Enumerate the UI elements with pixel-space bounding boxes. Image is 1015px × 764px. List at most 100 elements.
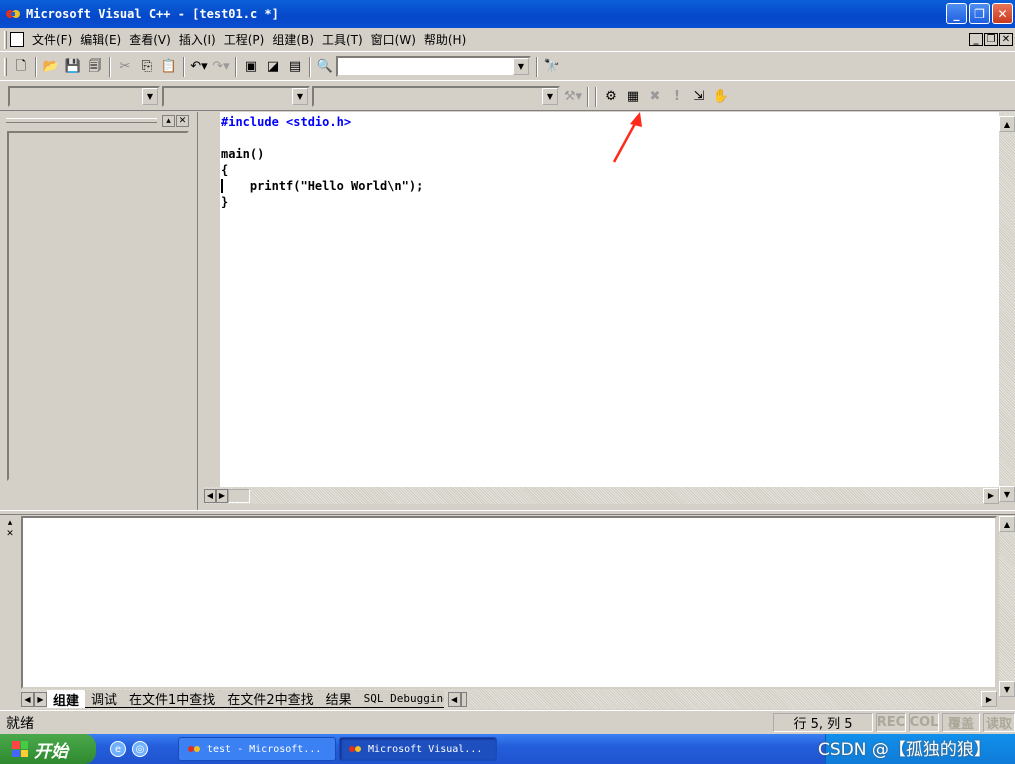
paste-icon[interactable]: 📋 bbox=[158, 56, 180, 78]
title-bar[interactable]: Microsoft Visual C++ - [test01.c *] _ ❐ … bbox=[0, 0, 1015, 28]
workspace-close-icon[interactable]: ✕ bbox=[176, 115, 189, 127]
tab-build[interactable]: 组建 bbox=[47, 690, 86, 709]
close-button[interactable]: ✕ bbox=[992, 3, 1013, 24]
menu-edit[interactable]: 编辑(E) bbox=[76, 31, 125, 48]
execute-icon[interactable]: ! bbox=[666, 86, 688, 108]
scroll-down-icon[interactable]: ▼ bbox=[999, 486, 1015, 502]
menu-help[interactable]: 帮助(H) bbox=[420, 31, 470, 48]
task-visual-cpp[interactable]: Microsoft Visual... bbox=[339, 737, 497, 761]
start-button[interactable]: 开始 bbox=[0, 734, 96, 764]
members-combo[interactable]: ▼ bbox=[312, 86, 560, 107]
output-window-icon[interactable]: ◪ bbox=[262, 56, 284, 78]
workspace-maximize-icon[interactable]: ▴ bbox=[162, 115, 175, 127]
code-line-2: ​ bbox=[221, 130, 999, 146]
compile-icon[interactable]: ⚙ bbox=[600, 86, 622, 108]
workspace-header[interactable]: ▴ ✕ bbox=[6, 115, 191, 129]
find-icon[interactable]: 🔭 bbox=[541, 56, 563, 78]
tab-left-icon[interactable]: ◀ bbox=[21, 691, 34, 707]
menu-bar: 文件(F) 编辑(E) 查看(V) 插入(I) 工程(P) 组建(B) 工具(T… bbox=[0, 28, 1015, 52]
task-test[interactable]: test - Microsoft... bbox=[178, 737, 336, 761]
menu-project[interactable]: 工程(P) bbox=[220, 31, 269, 48]
editor-vertical-scrollbar[interactable]: ▲ ▼ bbox=[999, 112, 1015, 502]
dropdown-arrow-icon[interactable]: ▼ bbox=[292, 88, 308, 105]
status-bar: 就绪 行 5, 列 5 REC COL 覆盖 读取 bbox=[0, 710, 1015, 734]
redo-icon[interactable]: ↷▾ bbox=[210, 56, 232, 78]
wizard-wand-icon[interactable]: ⚒▾ bbox=[562, 86, 584, 108]
copy-icon[interactable]: ⎘ bbox=[136, 56, 158, 78]
status-rec: REC bbox=[876, 713, 906, 732]
open-folder-icon[interactable]: 📂 bbox=[40, 56, 62, 78]
output-text-area[interactable] bbox=[21, 516, 997, 689]
workspace-tree[interactable] bbox=[7, 131, 189, 481]
code-line-6: } bbox=[221, 195, 229, 209]
workspace-grip bbox=[6, 118, 157, 123]
dropdown-arrow-icon[interactable]: ▼ bbox=[142, 88, 158, 105]
undo-icon[interactable]: ↶▾ bbox=[188, 56, 210, 78]
tab-debug[interactable]: 调试 bbox=[85, 690, 124, 708]
cut-icon[interactable]: ✂ bbox=[114, 56, 136, 78]
tab-sql-debugging[interactable]: SQL Debugging bbox=[357, 690, 444, 708]
menu-insert[interactable]: 插入(I) bbox=[175, 31, 220, 48]
dropdown-arrow-icon[interactable]: ▼ bbox=[542, 88, 558, 105]
class-combo[interactable]: ▼ bbox=[8, 86, 160, 107]
mdi-close-icon[interactable]: ✕ bbox=[999, 33, 1013, 46]
save-all-icon[interactable]: 🗐 bbox=[84, 56, 106, 78]
menubar-grip[interactable] bbox=[4, 30, 7, 49]
filter-combo[interactable]: ▼ bbox=[162, 86, 310, 107]
scroll-up-icon[interactable]: ▲ bbox=[999, 516, 1015, 532]
scroll-right-icon[interactable]: ▶ bbox=[983, 487, 999, 504]
output-tab-strip: ◀ ▶ 组建 调试 在文件1中查找 在文件2中查找 结果 SQL Debuggi… bbox=[21, 689, 997, 709]
go-debug-icon[interactable]: ⇲ bbox=[688, 86, 710, 108]
tab-find-in-files-1[interactable]: 在文件1中查找 bbox=[123, 690, 222, 708]
save-icon[interactable]: 💾 bbox=[62, 56, 84, 78]
output-vertical-scrollbar[interactable]: ▲ ▼ bbox=[999, 516, 1015, 697]
vc-app-icon bbox=[188, 746, 200, 752]
window-list-icon[interactable]: ▤ bbox=[284, 56, 306, 78]
menu-window[interactable]: 窗口(W) bbox=[367, 31, 420, 48]
tab-scroll-left-icon[interactable]: ◀ bbox=[447, 691, 461, 707]
tab-results[interactable]: 结果 bbox=[319, 690, 358, 708]
mdi-restore-icon[interactable]: ❐ bbox=[984, 33, 998, 46]
build-toolbar: ▼ ▼ ▼ ⚒▾ ⚙ ▦ ✖ ! ⇲ ✋ bbox=[0, 83, 1015, 111]
code-editor[interactable]: #include <stdio.h>​main() { printf("Hello… bbox=[220, 112, 999, 487]
scroll-right-icon[interactable]: ▶ bbox=[981, 691, 997, 707]
desktop-icon[interactable]: ◎ bbox=[132, 741, 148, 757]
restore-button[interactable]: ❐ bbox=[969, 3, 990, 24]
dropdown-arrow-icon[interactable]: ▼ bbox=[513, 58, 529, 75]
output-grip[interactable]: ▴ ✕ bbox=[4, 518, 16, 542]
toolbar-grip[interactable] bbox=[4, 57, 7, 76]
menu-view[interactable]: 查看(V) bbox=[125, 31, 175, 48]
workspace-pane: ▴ ✕ bbox=[0, 112, 198, 510]
output-pane: ▴ ✕ ▲ ▼ ◀ ▶ 组建 调试 在文件1中查找 在文件2中查找 结果 SQL … bbox=[0, 515, 1015, 710]
ie-icon[interactable]: e bbox=[110, 741, 126, 757]
menu-file[interactable]: 文件(F) bbox=[28, 31, 76, 48]
editor-pane: #include <stdio.h>​main() { printf("Hello… bbox=[204, 112, 1015, 510]
minimize-button[interactable]: _ bbox=[946, 3, 967, 24]
tab-find-in-files-2[interactable]: 在文件2中查找 bbox=[221, 690, 320, 708]
find-in-files-icon[interactable]: 🔍 bbox=[314, 56, 336, 78]
close-icon: ✕ bbox=[997, 6, 1008, 21]
editor-horizontal-scrollbar[interactable]: ◀ ▶ ▶ bbox=[204, 487, 999, 504]
tab-scroll-left-icon[interactable]: ◀ bbox=[204, 488, 216, 503]
build-icon[interactable]: ▦ bbox=[622, 86, 644, 108]
menu-tools[interactable]: 工具(T) bbox=[318, 31, 367, 48]
status-col: COL bbox=[909, 713, 939, 732]
window-title: Microsoft Visual C++ - [test01.c *] bbox=[26, 7, 279, 21]
menu-build[interactable]: 组建(B) bbox=[268, 31, 318, 48]
status-overwrite: 覆盖 bbox=[942, 713, 980, 732]
document-icon[interactable] bbox=[10, 32, 24, 47]
tab-scroll-right-icon[interactable]: ▶ bbox=[216, 488, 228, 503]
tab-right-icon[interactable]: ▶ bbox=[34, 691, 47, 707]
tab-area bbox=[228, 488, 250, 503]
new-file-icon[interactable]: 🗋 bbox=[10, 56, 32, 78]
mdi-minimize-icon[interactable]: _ bbox=[969, 33, 983, 46]
workspace-window-icon[interactable]: ▣ bbox=[240, 56, 262, 78]
stop-build-icon[interactable]: ✖ bbox=[644, 86, 666, 108]
find-combo[interactable]: ▼ bbox=[336, 56, 531, 77]
separator bbox=[309, 56, 311, 77]
scroll-down-icon[interactable]: ▼ bbox=[999, 681, 1015, 697]
separator bbox=[587, 86, 589, 107]
breakpoint-hand-icon[interactable]: ✋ bbox=[710, 86, 732, 108]
scroll-up-icon[interactable]: ▲ bbox=[999, 116, 1015, 132]
restore-icon: ❐ bbox=[974, 6, 985, 21]
